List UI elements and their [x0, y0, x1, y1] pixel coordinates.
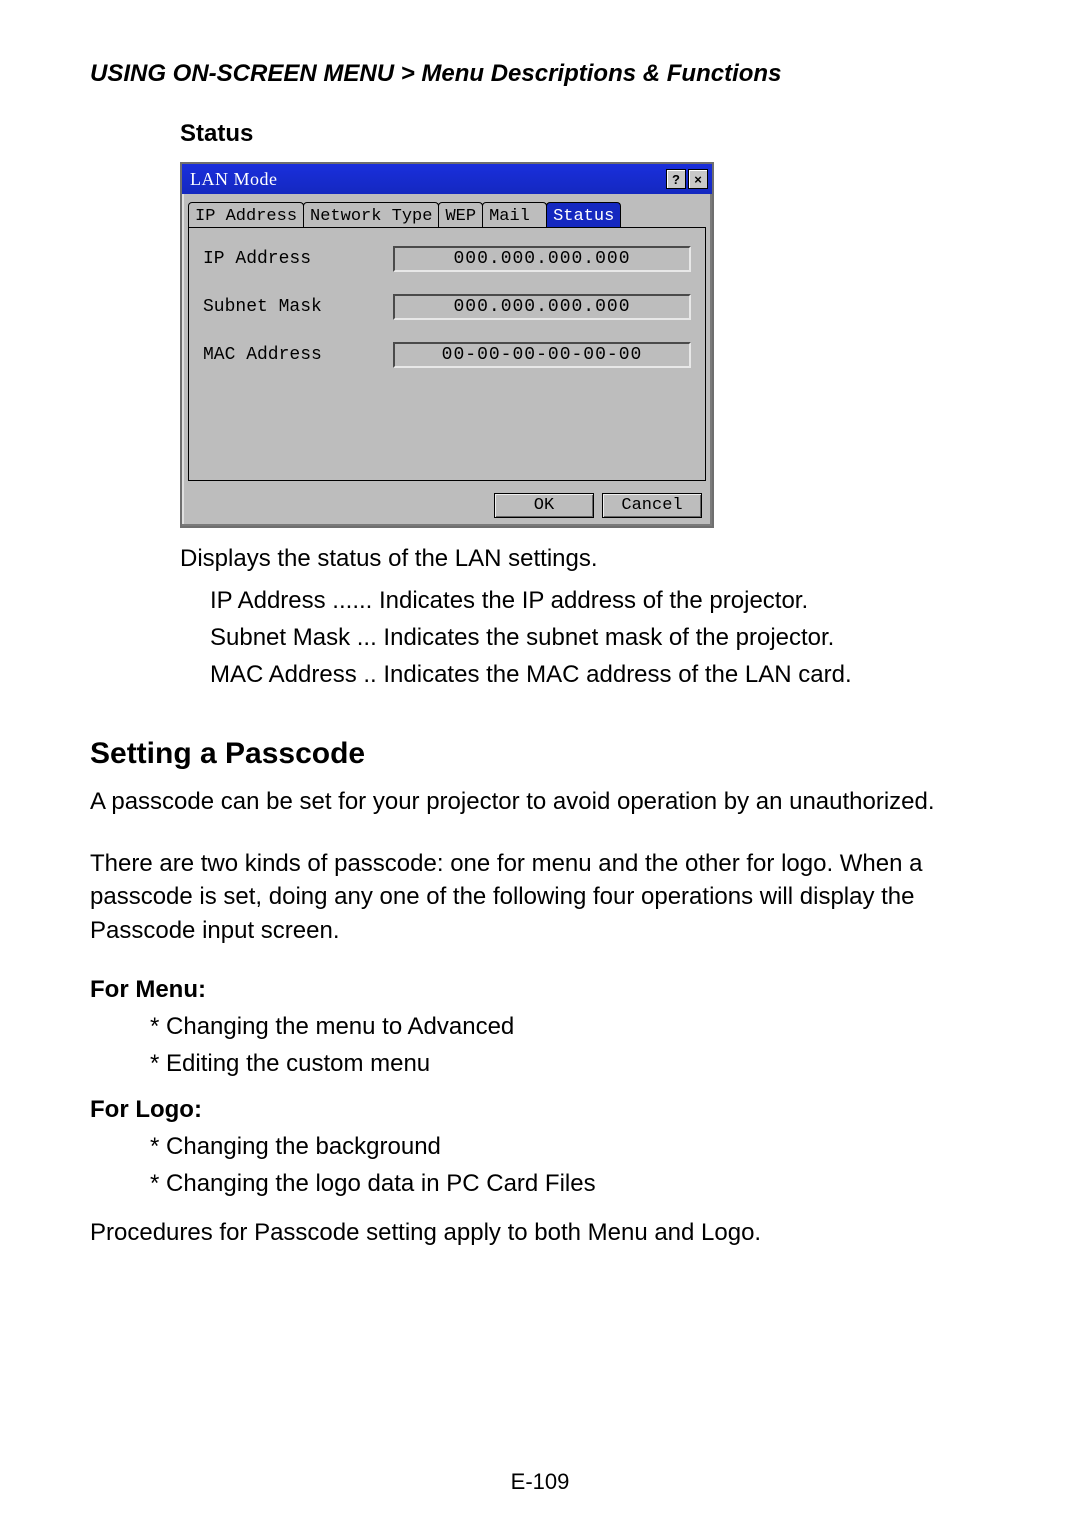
list-item: * Changing the menu to Advanced — [150, 1008, 990, 1045]
def-ip: IP Address ...... Indicates the IP addre… — [210, 582, 990, 619]
help-button[interactable]: ? — [666, 169, 686, 189]
field-row-ip: IP Address 000.000.000.000 — [203, 246, 691, 272]
close-button[interactable]: × — [688, 169, 708, 189]
section-heading-status: Status — [180, 120, 990, 148]
list-item: * Editing the custom menu — [150, 1045, 990, 1082]
closing-note: Procedures for Passcode setting apply to… — [90, 1216, 990, 1250]
passcode-para-2: There are two kinds of passcode: one for… — [90, 847, 990, 948]
field-value-mac: 00-00-00-00-00-00 — [393, 342, 691, 368]
for-logo-list: * Changing the background * Changing the… — [150, 1128, 990, 1202]
field-row-subnet: Subnet Mask 000.000.000.000 — [203, 294, 691, 320]
tab-wep[interactable]: WEP — [438, 202, 483, 227]
ok-button[interactable]: OK — [494, 493, 594, 518]
for-menu-list: * Changing the menu to Advanced * Editin… — [150, 1008, 990, 1082]
def-mac: MAC Address .. Indicates the MAC address… — [210, 656, 990, 693]
passcode-para-1: A passcode can be set for your projector… — [90, 785, 990, 819]
def-desc: Indicates the subnet mask of the project… — [383, 619, 834, 656]
heading-setting-passcode: Setting a Passcode — [90, 737, 990, 771]
tab-network-type[interactable]: Network Type — [303, 202, 439, 227]
dialog-body: IP Address 000.000.000.000 Subnet Mask 0… — [188, 227, 706, 481]
dialog-title: LAN Mode — [190, 169, 278, 190]
def-subnet: Subnet Mask ... Indicates the subnet mas… — [210, 619, 990, 656]
page-number: E-109 — [0, 1469, 1080, 1495]
def-desc: Indicates the MAC address of the LAN car… — [383, 656, 851, 693]
breadcrumb: USING ON-SCREEN MENU > Menu Descriptions… — [90, 60, 990, 88]
breadcrumb-sep: > — [401, 60, 415, 87]
dialog-tabs: IP Address Network Type WEP Mail Status — [182, 194, 712, 227]
list-item: * Changing the background — [150, 1128, 990, 1165]
def-term: Subnet Mask — [210, 619, 350, 656]
field-value-ip: 000.000.000.000 — [393, 246, 691, 272]
def-dots: .. — [357, 656, 384, 693]
list-item: * Changing the logo data in PC Card File… — [150, 1165, 990, 1202]
for-menu-label: For Menu: — [90, 976, 990, 1004]
def-dots: ... — [350, 619, 383, 656]
for-logo-label: For Logo: — [90, 1096, 990, 1124]
field-label-ip: IP Address — [203, 249, 393, 269]
breadcrumb-left: USING ON-SCREEN MENU — [90, 60, 394, 87]
def-dots: ...... — [326, 582, 379, 619]
definitions-list: IP Address ...... Indicates the IP addre… — [210, 582, 990, 694]
def-desc: Indicates the IP address of the projecto… — [379, 582, 808, 619]
field-value-subnet: 000.000.000.000 — [393, 294, 691, 320]
field-row-mac: MAC Address 00-00-00-00-00-00 — [203, 342, 691, 368]
def-term: IP Address — [210, 582, 326, 619]
lan-mode-dialog: LAN Mode ? × IP Address Network Type WEP… — [180, 162, 714, 528]
cancel-button[interactable]: Cancel — [602, 493, 702, 518]
def-term: MAC Address — [210, 656, 357, 693]
tab-status[interactable]: Status — [546, 202, 621, 227]
dialog-titlebar: LAN Mode ? × — [182, 164, 712, 194]
field-label-mac: MAC Address — [203, 345, 393, 365]
breadcrumb-right: Menu Descriptions & Functions — [421, 60, 781, 87]
status-description: Displays the status of the LAN settings. — [180, 542, 990, 576]
dialog-footer: OK Cancel — [182, 487, 712, 526]
tab-mail[interactable]: Mail — [482, 202, 547, 227]
field-label-subnet: Subnet Mask — [203, 297, 393, 317]
tab-ip-address[interactable]: IP Address — [188, 202, 304, 227]
